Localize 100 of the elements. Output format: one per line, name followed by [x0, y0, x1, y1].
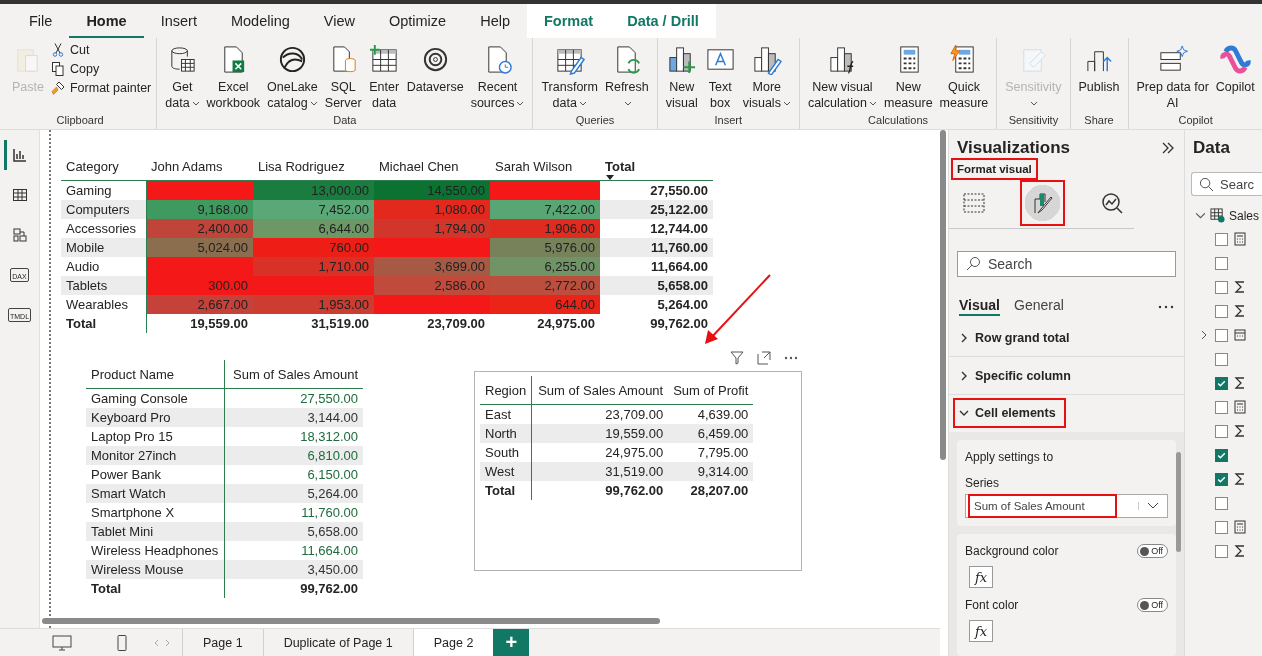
ribbon-button[interactable]: Get data [162, 42, 203, 114]
section-header[interactable]: Specific column [949, 357, 1184, 395]
pane-tab[interactable]: General [1014, 297, 1064, 316]
checkbox[interactable] [1215, 424, 1228, 438]
table-name[interactable]: Sales [1229, 208, 1260, 223]
ribbon-button[interactable]: Prep data for AI [1133, 42, 1212, 114]
checkbox[interactable] [1215, 352, 1228, 366]
table-cell: 14,550.00 [374, 180, 490, 200]
table-icon [1210, 208, 1225, 223]
ribbon-button[interactable]: Copilot [1212, 42, 1258, 114]
chevron-icon[interactable] [1199, 329, 1209, 340]
section-header[interactable]: Row grand total [949, 320, 1184, 358]
table-cell: 3,144.00 [224, 408, 363, 427]
ribbon-button[interactable]: New visual calculation [804, 42, 880, 114]
checkbox[interactable] [1215, 544, 1228, 558]
ribbon-button[interactable]: Format painter [49, 80, 152, 96]
conditional-format-button[interactable]: fx [969, 566, 993, 588]
caret-icon [578, 100, 587, 106]
toggle-switch[interactable]: Off [1137, 544, 1168, 558]
checkbox[interactable] [1215, 304, 1228, 318]
ribbon-tab[interactable]: Data / Drill [610, 4, 716, 38]
checkbox[interactable] [1215, 448, 1228, 462]
page-tab[interactable]: Duplicate of Page 1 [262, 629, 413, 656]
table-cell: 5,976.00 [490, 238, 600, 257]
checkbox[interactable] [1215, 496, 1228, 510]
pane-tab[interactable]: Visual [959, 297, 1000, 316]
checkbox[interactable] [1215, 328, 1228, 342]
chevron-icon[interactable] [1195, 210, 1206, 221]
checkbox[interactable] [1215, 400, 1228, 414]
collapse-icon[interactable] [1160, 140, 1176, 156]
ribbon-button[interactable]: SQL Server [321, 42, 365, 114]
table-cell: 23,709.00 [374, 314, 490, 333]
mode-tab[interactable] [1020, 180, 1065, 226]
ribbon-button[interactable]: Text box [701, 42, 739, 114]
ribbon-tab[interactable]: Modeling [213, 4, 307, 38]
ribbon-tab[interactable]: Format [527, 4, 611, 38]
column-header[interactable]: Sarah Wilson [490, 140, 600, 181]
column-header[interactable]: Michael Chen [374, 140, 490, 181]
desktop-icon[interactable] [52, 634, 72, 651]
ribbon-button[interactable]: Excel workbook [203, 42, 264, 114]
table-cell: 11,664.00 [600, 257, 713, 276]
ribbon-button[interactable]: Publish [1075, 42, 1123, 114]
column-header[interactable]: Sum of Sales Amount [224, 360, 363, 389]
checkbox[interactable] [1215, 280, 1228, 294]
ribbon-tab[interactable]: Help [463, 4, 527, 38]
column-header[interactable]: Category [61, 140, 146, 181]
search-field[interactable]: Searc [1191, 172, 1262, 196]
series-dropdown[interactable]: Sum of Sales Amount [965, 494, 1168, 518]
focus-mode-icon[interactable] [756, 350, 772, 366]
ribbon-button[interactable]: Recent sources [467, 42, 528, 114]
copy-icon [49, 61, 66, 77]
checkbox[interactable] [1215, 256, 1228, 270]
ribbon-tab[interactable]: File [12, 4, 70, 38]
ribbon-button[interactable]: Enter data [365, 42, 403, 114]
page-tab[interactable]: Page 1 [182, 629, 263, 656]
checkbox[interactable] [1215, 232, 1228, 246]
column-header[interactable]: Product Name [86, 360, 225, 389]
more-options-icon[interactable] [1158, 304, 1174, 309]
checkbox[interactable] [1215, 472, 1228, 486]
ribbon-tab[interactable]: Home [69, 4, 144, 38]
table-cell: 13,000.00 [253, 180, 374, 200]
group-label: Queries [575, 114, 615, 128]
checkbox[interactable] [1215, 376, 1228, 390]
column-header[interactable]: Total [600, 140, 713, 181]
search-field[interactable]: Search [957, 251, 1176, 277]
ribbon-button[interactable]: New measure [880, 42, 936, 114]
ribbon-button[interactable]: Copy [49, 61, 152, 77]
ribbon-tab[interactable]: Optimize [371, 4, 464, 38]
scrollbar[interactable] [940, 130, 946, 460]
paintbrush-icon [49, 80, 66, 96]
column-header[interactable]: John Adams [146, 140, 253, 181]
page-navigation-icon[interactable] [152, 637, 172, 648]
ribbon-button[interactable]: More visuals [739, 42, 794, 114]
conditional-format-button[interactable]: fx [969, 620, 993, 642]
ribbon-button[interactable]: Transform data [538, 42, 601, 114]
toggle-switch[interactable]: Off [1137, 598, 1168, 612]
table-cell: Total [86, 579, 225, 598]
checkbox[interactable] [1215, 520, 1228, 534]
caret-icon [868, 100, 877, 106]
ribbon-button[interactable]: New visual [662, 42, 701, 114]
ribbon-button[interactable]: Dataverse [403, 42, 467, 114]
table-cell: 9,314.00 [668, 462, 754, 481]
add-page-button[interactable]: + [493, 629, 530, 656]
column-header[interactable]: Region [480, 376, 532, 405]
column-header[interactable]: Lisa Rodriguez [253, 140, 374, 181]
ribbon-button[interactable]: Quick measure [936, 42, 992, 114]
page-tab[interactable]: Page 2 [412, 629, 494, 656]
ribbon-button[interactable]: OneLake catalog [264, 42, 321, 114]
ribbon-tab[interactable]: Insert [143, 4, 214, 38]
table-cell: 18,312.00 [224, 427, 363, 446]
column-header[interactable]: Sum of Profit [668, 376, 754, 405]
scrollbar[interactable] [42, 618, 660, 624]
column-header[interactable]: Sum of Sales Amount [531, 376, 669, 405]
filter-icon[interactable] [729, 350, 745, 366]
ribbon-button[interactable]: Cut [49, 42, 152, 58]
table-cell: 99,762.00 [600, 314, 713, 333]
section-header[interactable]: Cell elements [949, 394, 1184, 432]
sigma-icon [1234, 472, 1246, 486]
ribbon-tab[interactable]: View [306, 4, 372, 38]
ribbon-button[interactable]: Refresh [601, 42, 652, 114]
